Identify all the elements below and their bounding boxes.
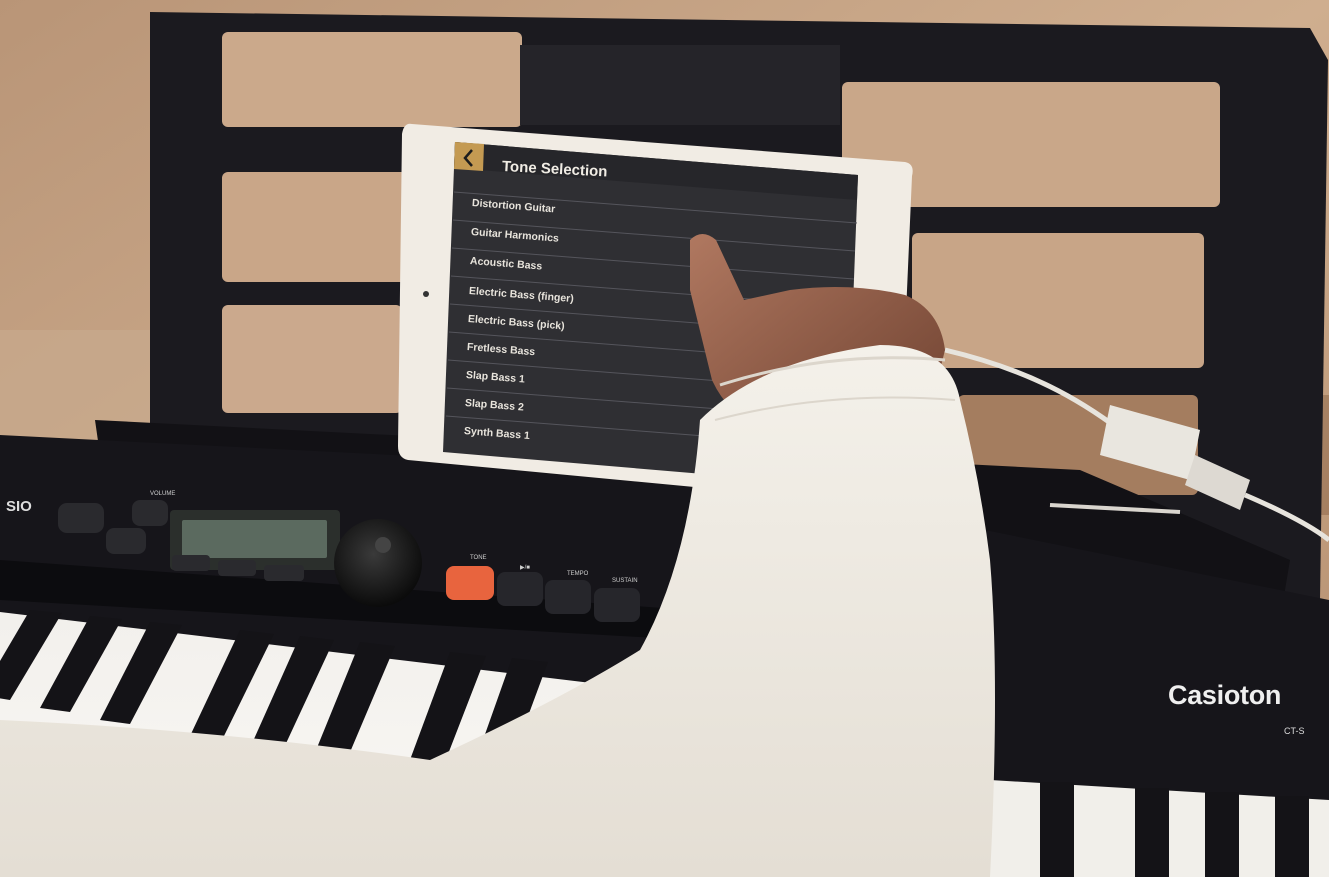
keyboard-brand-left: SIO	[6, 498, 32, 515]
volume-label: VOLUME	[150, 491, 176, 497]
tone-label: TONE	[470, 555, 487, 561]
sustain-label: SUSTAIN	[612, 578, 638, 584]
photo-scene: Tone Selection Distortion Guitar Guitar …	[0, 0, 1329, 877]
keyboard-model-label: CT-S	[1284, 726, 1305, 736]
keyboard-brand-logo: Casioton	[1168, 680, 1282, 710]
back-button[interactable]	[455, 145, 485, 177]
keyboard-tablet-photo	[0, 0, 1329, 877]
tempo-label: TEMPO	[567, 571, 589, 577]
play-stop-label: ▶/■	[520, 565, 530, 571]
